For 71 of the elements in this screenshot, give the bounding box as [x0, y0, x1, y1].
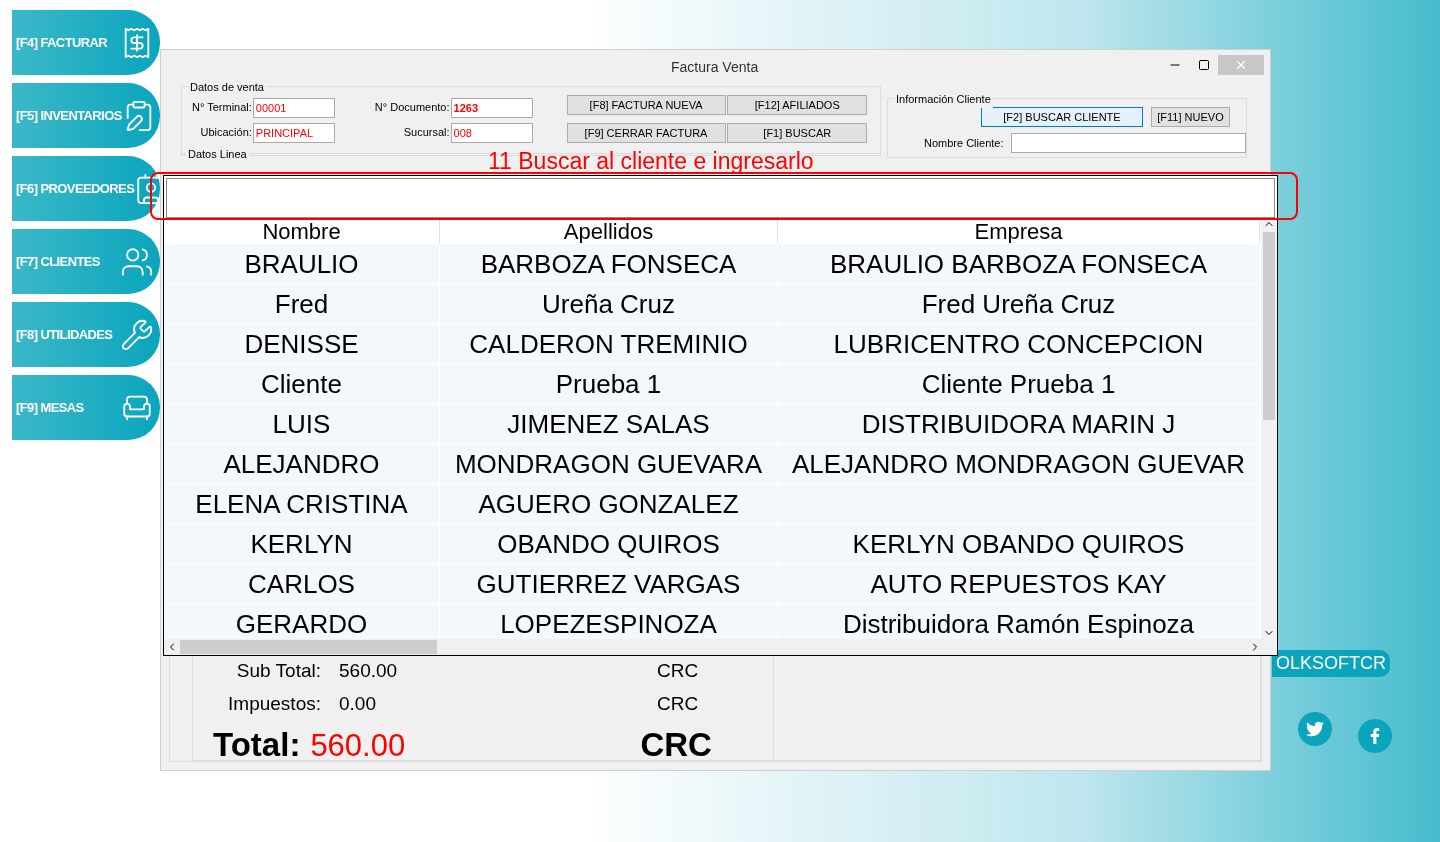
table-cell: GERARDO — [164, 604, 440, 639]
table-cell: BARBOZA FONSECA — [440, 244, 778, 283]
field-label: Ubicación: — [200, 125, 252, 141]
sidebar-item[interactable]: [F9] MESAS — [12, 375, 160, 440]
table-cell: LUBRICENTRO CONCEPCION — [778, 324, 1260, 363]
table-cell: DISTRIBUIDORA MARIN J — [778, 404, 1260, 443]
table-cell: Fred Ureña Cruz — [778, 284, 1260, 323]
table-cell: GUTIERREZ VARGAS — [440, 564, 778, 603]
table-cell: BRAULIO BARBOZA FONSECA — [778, 244, 1260, 283]
table-cell: Fred — [164, 284, 440, 323]
table-cell: CARLOS — [164, 564, 440, 603]
toolbar-button[interactable]: [F11] NUEVO — [1151, 107, 1230, 127]
table-cell: BRAULIO — [164, 244, 440, 283]
table-cell: LOPEZESPINOZA — [440, 604, 778, 639]
subtotal-value: 560.00 — [339, 659, 399, 683]
table-cell: ELENA CRISTINA — [164, 484, 440, 523]
total-label: Total: — [213, 725, 301, 765]
field-label: N° Terminal: — [192, 100, 252, 116]
sidebar-item[interactable]: [F8] UTILIDADES — [12, 302, 160, 367]
window-title: Factura Venta — [671, 58, 759, 77]
table-cell: KERLYN — [164, 524, 440, 563]
table-cell: AGUERO GONZALEZ — [440, 484, 778, 523]
search-field[interactable] — [166, 178, 1275, 218]
table-cell: OBANDO QUIROS — [440, 524, 778, 563]
table-cell: CALDERON TREMINIO — [440, 324, 778, 363]
total-value: 560.00 — [310, 727, 407, 765]
maximize-icon[interactable] — [1198, 59, 1210, 71]
table-cell: ALEJANDRO MONDRAGON GUEVAR — [778, 444, 1260, 483]
sidebar-item[interactable]: [F5] INVENTARIOS — [12, 83, 160, 148]
field-label: Nombre Cliente: — [924, 135, 1004, 151]
tax-value: 0.00 — [339, 691, 377, 716]
toolbar-button[interactable]: [F9] CERRAR FACTURA — [566, 123, 726, 143]
table-cell: DENISSE — [164, 324, 440, 363]
wrench-icon — [120, 317, 154, 352]
sidebar-item[interactable]: [F7] CLIENTES — [12, 229, 160, 294]
subtotal-label: Sub Total: — [235, 659, 321, 683]
table-cell: Cliente Prueba 1 — [778, 364, 1260, 403]
vertical-scrollbar[interactable] — [1261, 218, 1277, 639]
sidebar-item[interactable]: [F4] FACTURAR — [12, 10, 160, 75]
table-cell: KERLYN OBANDO QUIROS — [778, 524, 1260, 563]
text-field[interactable]: 008 — [450, 122, 533, 143]
facebook-icon[interactable] — [1358, 719, 1392, 753]
toolbar-button[interactable]: [F8] FACTURA NUEVA — [566, 95, 726, 115]
field-label: Sucursal: — [403, 125, 450, 141]
table-cell: Cliente — [164, 364, 440, 403]
currency-label: CRC — [657, 659, 699, 683]
text-field[interactable]: PRINCIPAL — [252, 122, 335, 143]
client-name-field[interactable] — [1011, 133, 1246, 153]
close-icon — [1234, 58, 1248, 72]
annotation-text: 11 Buscar al cliente e ingresarlo — [488, 147, 814, 176]
table-cell: JIMENEZ SALAS — [440, 404, 778, 443]
currency-label: CRC — [640, 725, 712, 765]
table-cell: AUTO REPUESTOS KAY — [778, 564, 1260, 603]
table-cell: Prueba 1 — [440, 364, 778, 403]
text-field[interactable]: 00001 — [252, 97, 335, 118]
table-cell: MONDRAGON GUEVARA — [440, 444, 778, 483]
sidebar-item[interactable]: [F6] PROVEEDORES — [12, 156, 160, 221]
toolbar-button[interactable]: [F12] AFILIADOS — [727, 95, 868, 115]
table-cell: LUIS — [164, 404, 440, 443]
toolbar-button[interactable]: [F2] BUSCAR CLIENTE — [981, 107, 1143, 127]
field-label: N° Documento: — [374, 100, 450, 116]
text-field[interactable]: 1263 — [450, 97, 533, 118]
table-cell: Distribuidora Ramón Espinoza — [778, 604, 1260, 639]
table-cell: Ureña Cruz — [440, 284, 778, 323]
currency-label: CRC — [657, 691, 699, 716]
table-cell: ALEJANDRO — [164, 444, 440, 483]
twitter-icon[interactable] — [1298, 712, 1332, 746]
toolbar-button[interactable]: [F1] BUSCAR — [727, 123, 868, 143]
brand-label: OLKSOFTCR — [1272, 650, 1390, 677]
horizontal-scrollbar[interactable] — [164, 639, 1277, 655]
tax-label: Impuestos: — [227, 691, 321, 716]
